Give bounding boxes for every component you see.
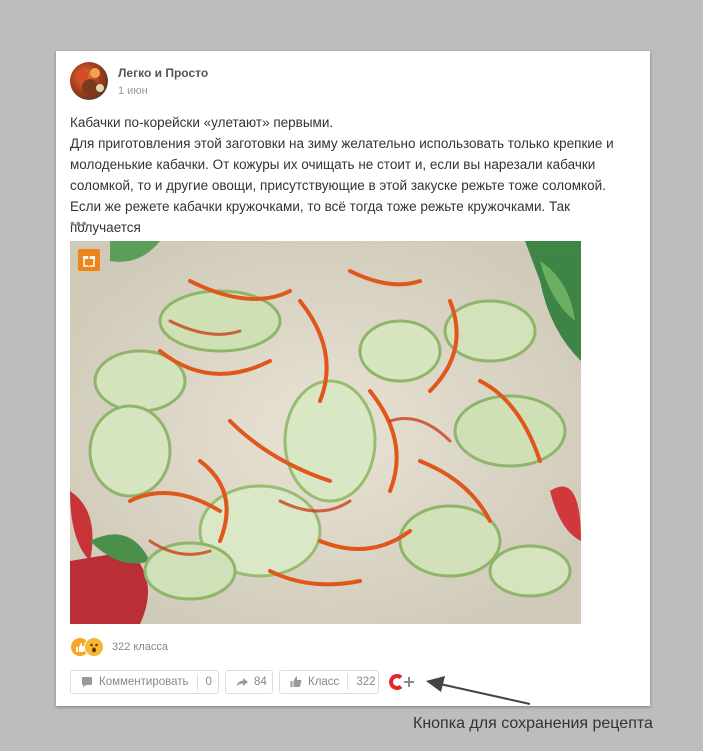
divider bbox=[196, 674, 198, 690]
save-recipe-icon bbox=[389, 674, 414, 690]
post-photo[interactable] bbox=[70, 241, 581, 624]
thumbs-up-icon bbox=[290, 676, 302, 687]
post-card: Легко и Просто 1 июн Кабачки по-корейски… bbox=[56, 51, 650, 706]
wow-reaction-icon bbox=[84, 637, 104, 657]
annotation-label: Кнопка для сохранения рецепта bbox=[413, 715, 653, 732]
divider bbox=[347, 674, 349, 690]
post-text-line: Кабачки по-корейски «улетают» первыми. bbox=[70, 115, 334, 130]
class-label: Класс bbox=[308, 676, 340, 688]
share-button[interactable]: 84 bbox=[225, 670, 273, 694]
comment-label: Комментировать bbox=[99, 676, 189, 688]
author-name[interactable]: Легко и Просто bbox=[118, 66, 208, 80]
post-text-line: Для приготовления этой заготовки на зиму… bbox=[70, 136, 614, 235]
share-arrow-icon bbox=[236, 678, 248, 687]
gift-icon[interactable] bbox=[78, 249, 100, 271]
post-text: Кабачки по-корейски «улетают» первыми. Д… bbox=[70, 112, 636, 238]
comment-icon bbox=[82, 677, 92, 688]
comment-button[interactable]: Комментировать 0 bbox=[70, 670, 219, 694]
class-count: 322 bbox=[356, 676, 376, 688]
comment-count: 0 bbox=[205, 676, 212, 688]
salad-image bbox=[70, 241, 581, 624]
author-avatar[interactable] bbox=[70, 62, 108, 100]
class-button[interactable]: Класс 322 bbox=[279, 670, 379, 694]
reactions-count[interactable]: 322 класса bbox=[112, 641, 168, 653]
share-count: 84 bbox=[254, 676, 267, 688]
more-dots-button[interactable]: ••• bbox=[70, 215, 88, 231]
save-recipe-button[interactable] bbox=[388, 670, 418, 694]
post-date[interactable]: 1 июн bbox=[118, 85, 148, 97]
